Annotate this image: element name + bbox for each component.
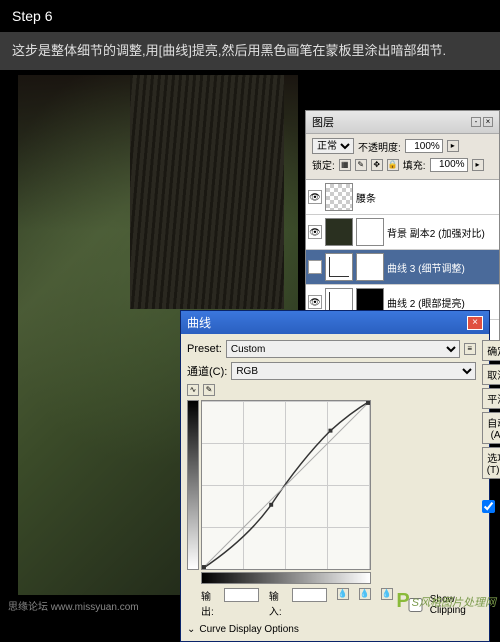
output-gradient: [187, 400, 199, 570]
minimize-icon[interactable]: -: [471, 117, 481, 127]
panel-window-controls: - ×: [471, 117, 493, 127]
output-label: 输出:: [201, 588, 214, 618]
visibility-icon[interactable]: 👁: [308, 260, 322, 274]
layers-panel-title: 图层: [312, 114, 334, 130]
fill-arrow-icon[interactable]: ▸: [472, 159, 484, 171]
lock-transparent-icon[interactable]: ▦: [339, 159, 351, 171]
watermark-right: PS风格图片处理网: [396, 590, 496, 613]
layer-name: 腰条: [356, 190, 497, 205]
blend-mode-select[interactable]: 正常: [312, 138, 354, 154]
layer-mask-thumb[interactable]: [356, 253, 384, 281]
point-tool-icon[interactable]: ∿: [187, 384, 199, 396]
layer-row-selected[interactable]: 👁 曲线 3 (细节调整): [306, 250, 499, 285]
opacity-arrow-icon[interactable]: ▸: [447, 140, 459, 152]
eyedropper-white-icon[interactable]: 💧: [381, 588, 393, 600]
layer-controls: 正常 不透明度: ▸ 锁定: ▦ ✎ ✥ 🔒 填充: ▸: [306, 134, 499, 180]
preset-label: Preset:: [187, 343, 222, 355]
close-icon[interactable]: ×: [467, 316, 483, 330]
visibility-icon[interactable]: 👁: [308, 190, 322, 204]
curves-graph[interactable]: [201, 400, 371, 570]
channel-select[interactable]: RGB: [231, 362, 475, 380]
lock-all-icon[interactable]: 🔒: [387, 159, 399, 171]
fill-label: 填充:: [403, 157, 426, 172]
layer-thumb[interactable]: [325, 183, 353, 211]
close-icon[interactable]: ×: [483, 117, 493, 127]
eyedropper-gray-icon[interactable]: 💧: [359, 588, 371, 600]
step-header: Step 6: [0, 0, 500, 32]
lock-label: 锁定:: [312, 157, 335, 172]
ok-button[interactable]: 确定: [482, 340, 500, 361]
layer-name: 曲线 2 (眼部提亮): [387, 295, 497, 310]
opacity-label: 不透明度:: [358, 139, 401, 154]
watermark-left: 思缘论坛 www.missyuan.com: [8, 598, 139, 613]
input-label: 输入:: [269, 588, 282, 618]
output-input[interactable]: [224, 588, 259, 602]
curves-title-bar[interactable]: 曲线 ×: [181, 311, 489, 334]
layer-name: 背景 副本2 (加强对比): [387, 225, 497, 240]
curves-title: 曲线: [187, 314, 211, 331]
pencil-tool-icon[interactable]: ✎: [203, 384, 215, 396]
layer-row[interactable]: 👁 背景 副本2 (加强对比): [306, 215, 499, 250]
expand-icon: ⌄: [187, 624, 195, 635]
layer-thumb[interactable]: [325, 218, 353, 246]
lock-paint-icon[interactable]: ✎: [355, 159, 367, 171]
opacity-input[interactable]: [405, 139, 443, 153]
lock-move-icon[interactable]: ✥: [371, 159, 383, 171]
input-gradient: [201, 572, 371, 584]
layer-thumb[interactable]: [325, 253, 353, 281]
preset-select[interactable]: Custom: [226, 340, 460, 358]
layer-mask-thumb[interactable]: [356, 218, 384, 246]
layer-name: 曲线 3 (细节调整): [387, 260, 497, 275]
options-button[interactable]: 选项(T)...: [482, 447, 500, 479]
smooth-button[interactable]: 平滑: [482, 388, 500, 409]
instruction-text: 这步是整体细节的调整,用[曲线]提亮,然后用黑色画笔在蒙板里涂出暗部细节.: [0, 32, 500, 70]
preset-menu-icon[interactable]: ≡: [464, 343, 476, 355]
curve-line[interactable]: [202, 401, 370, 569]
layers-panel-title-bar[interactable]: 图层 - ×: [306, 111, 499, 134]
channel-label: 通道(C):: [187, 363, 227, 379]
visibility-icon[interactable]: 👁: [308, 295, 322, 309]
fill-input[interactable]: [430, 158, 468, 172]
eyedropper-black-icon[interactable]: 💧: [337, 588, 349, 600]
preview-check[interactable]: 预览(P): [482, 486, 500, 527]
curve-display-options[interactable]: ⌄ Curve Display Options: [187, 624, 476, 635]
input-input[interactable]: [292, 588, 327, 602]
visibility-icon[interactable]: 👁: [308, 225, 322, 239]
layer-row[interactable]: 👁 腰条: [306, 180, 499, 215]
auto-button[interactable]: 自动(A): [482, 412, 500, 444]
cancel-button[interactable]: 取消: [482, 364, 500, 385]
